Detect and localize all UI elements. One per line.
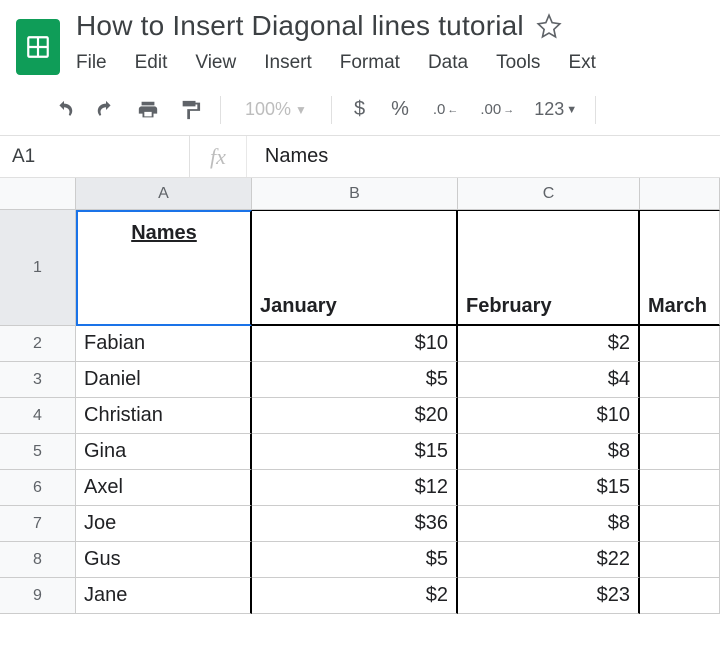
table-row: 2Fabian$10$2 [0,326,720,362]
menu-insert[interactable]: Insert [264,52,312,74]
decrease-decimal-button[interactable]: .0← [423,101,469,118]
cell[interactable] [640,362,720,398]
cell[interactable]: $5 [252,362,458,398]
table-row: 6Axel$12$15 [0,470,720,506]
menu-edit[interactable]: Edit [135,52,168,74]
table-row: 5Gina$15$8 [0,434,720,470]
table-row: 8Gus$5$22 [0,542,720,578]
cell[interactable]: $15 [458,470,640,506]
menu-format[interactable]: Format [340,52,400,74]
row-header[interactable]: 2 [0,326,76,362]
row-1: 1 Names January February March [0,210,720,326]
cell[interactable] [640,398,720,434]
menu-bar: File Edit View Insert Format Data Tools … [76,42,704,84]
redo-button[interactable] [86,90,126,130]
cell[interactable]: $4 [458,362,640,398]
column-header-b[interactable]: B [252,178,458,210]
cell-a1[interactable]: Names [76,210,252,326]
cell[interactable]: $2 [252,578,458,614]
cell[interactable]: Jane [76,578,252,614]
paint-format-button[interactable] [170,90,210,130]
cell[interactable]: $36 [252,506,458,542]
more-formats-dropdown[interactable]: 123▼ [526,99,585,120]
table-row: 4Christian$20$10 [0,398,720,434]
sheets-logo[interactable] [16,19,60,75]
row-header[interactable]: 4 [0,398,76,434]
table-row: 7Joe$36$8 [0,506,720,542]
cell[interactable]: $5 [252,542,458,578]
cell[interactable]: Gina [76,434,252,470]
row-header[interactable]: 8 [0,542,76,578]
menu-data[interactable]: Data [428,52,468,74]
cell[interactable]: $12 [252,470,458,506]
cell[interactable] [640,326,720,362]
select-all-corner[interactable] [0,178,76,210]
cell[interactable] [640,470,720,506]
title-bar: How to Insert Diagonal lines tutorial Fi… [0,0,720,84]
column-header-a[interactable]: A [76,178,252,210]
undo-button[interactable] [44,90,84,130]
star-icon[interactable] [536,13,562,39]
format-currency-button[interactable]: $ [342,98,377,121]
cell[interactable]: Gus [76,542,252,578]
separator [595,96,596,124]
cell[interactable]: $8 [458,506,640,542]
toolbar: 100%▼ $ % .0← .00→ 123▼ [0,84,720,136]
cell[interactable] [640,506,720,542]
row-header[interactable]: 6 [0,470,76,506]
print-button[interactable] [128,90,168,130]
zoom-dropdown[interactable]: 100%▼ [231,99,321,120]
cell[interactable]: Joe [76,506,252,542]
menu-file[interactable]: File [76,52,107,74]
cell[interactable]: $22 [458,542,640,578]
increase-decimal-button[interactable]: .00→ [470,101,524,118]
menu-view[interactable]: View [195,52,236,74]
cell[interactable]: Axel [76,470,252,506]
cell[interactable]: Christian [76,398,252,434]
format-percent-button[interactable]: % [379,98,421,121]
separator [331,96,332,124]
row-header-1[interactable]: 1 [0,210,76,326]
cell[interactable] [640,434,720,470]
row-header[interactable]: 5 [0,434,76,470]
row-header[interactable]: 9 [0,578,76,614]
table-row: 9Jane$2$23 [0,578,720,614]
formula-input[interactable]: Names [247,145,328,168]
row-header[interactable]: 3 [0,362,76,398]
menu-tools[interactable]: Tools [496,52,540,74]
cell[interactable]: $2 [458,326,640,362]
cell[interactable]: Daniel [76,362,252,398]
table-row: 3Daniel$5$4 [0,362,720,398]
formula-bar: A1 fx Names [0,136,720,178]
fx-icon: fx [190,136,247,177]
column-header-c[interactable]: C [458,178,640,210]
column-header-d[interactable] [640,178,720,210]
menu-extensions[interactable]: Ext [568,52,595,74]
cell[interactable]: $23 [458,578,640,614]
cell[interactable]: $20 [252,398,458,434]
cell[interactable] [640,578,720,614]
cell-c1[interactable]: February [458,210,640,326]
cell[interactable]: $8 [458,434,640,470]
cell[interactable]: Fabian [76,326,252,362]
cell-d1[interactable]: March [640,210,720,326]
separator [220,96,221,124]
cell[interactable]: $15 [252,434,458,470]
spreadsheet-grid: A B C 1 Names January February March 2Fa… [0,178,720,614]
name-box[interactable]: A1 [0,136,190,177]
cell-b1[interactable]: January [252,210,458,326]
document-title[interactable]: How to Insert Diagonal lines tutorial [76,10,524,42]
cell[interactable]: $10 [458,398,640,434]
cell[interactable]: $10 [252,326,458,362]
row-header[interactable]: 7 [0,506,76,542]
cell[interactable] [640,542,720,578]
